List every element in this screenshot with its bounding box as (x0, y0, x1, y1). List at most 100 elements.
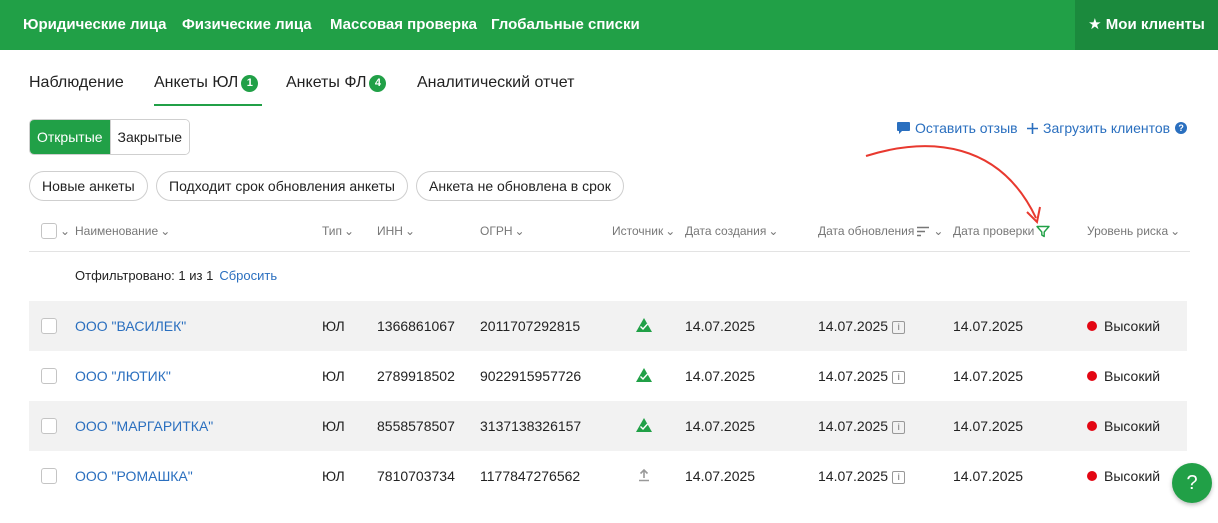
chevron-down-icon: ⌄ (933, 224, 944, 238)
upload-clients-label: Загрузить клиентов (1043, 120, 1171, 136)
reset-filter-link[interactable]: Сбросить (219, 268, 277, 283)
tab-label: Анкеты ЮЛ (154, 74, 239, 91)
cell-risk: Высокий (1087, 301, 1160, 351)
tab-label: Анкеты ФЛ (286, 74, 367, 91)
column-label: Дата создания (685, 224, 767, 238)
company-name-link[interactable]: ООО "МАРГАРИТКА" (75, 401, 213, 451)
table-row[interactable]: ООО "ЛЮТИК" ЮЛ 2789918502 9022915957726 … (29, 351, 1187, 401)
chevron-down-icon: ⌄ (665, 224, 676, 238)
column-header-type[interactable]: Тип ⌄ (322, 224, 354, 238)
upload-clients-link[interactable]: Загрузить клиентов ? (1026, 119, 1188, 137)
source-triangle-icon (636, 418, 652, 432)
tab-individual-forms[interactable]: Анкеты ФЛ 4 (286, 74, 387, 106)
info-icon[interactable]: i (892, 321, 906, 334)
row-checkbox[interactable] (41, 318, 57, 334)
cell-source (635, 301, 653, 351)
chevron-down-icon: ⌄ (404, 224, 416, 238)
feedback-link[interactable]: Оставить отзыв (896, 119, 1018, 137)
column-header-name[interactable]: Наименование ⌄ (75, 224, 170, 238)
nav-legal-entities[interactable]: Юридические лица (23, 0, 167, 50)
help-fab-button[interactable]: ? (1172, 463, 1212, 503)
segment-closed[interactable]: Закрытые (109, 120, 190, 154)
table-row[interactable]: ООО "МАРГАРИТКА" ЮЛ 8558578507 313713832… (29, 401, 1187, 451)
plus-icon (1027, 122, 1038, 134)
upload-icon (639, 468, 649, 482)
tab-monitoring[interactable]: Наблюдение (29, 74, 124, 106)
segment-open[interactable]: Открытые (30, 120, 110, 154)
info-icon[interactable]: i (892, 471, 906, 484)
cell-type: ЮЛ (322, 418, 345, 434)
column-label: Тип (322, 224, 343, 238)
cell-ogrn: 2011707292815 (480, 318, 581, 334)
table-row[interactable]: ООО "РОМАШКА" ЮЛ 7810703734 117784727656… (29, 451, 1187, 501)
updated-date: 14.07.2025 (818, 318, 889, 334)
column-label: ИНН (377, 224, 403, 238)
chip-new-forms[interactable]: Новые анкеты (29, 171, 148, 201)
tab-legal-forms[interactable]: Анкеты ЮЛ 1 (154, 74, 262, 106)
cell-type: ЮЛ (322, 468, 345, 484)
cell-inn: 7810703734 (377, 468, 455, 484)
cell-risk: Высокий (1087, 401, 1160, 451)
nav-mass-check[interactable]: Массовая проверка (330, 0, 477, 50)
updated-date: 14.07.2025 (818, 468, 889, 484)
cell-type: ЮЛ (322, 318, 345, 334)
cell-ogrn: 9022915957726 (480, 368, 582, 384)
column-header-checked[interactable]: Дата проверки (953, 224, 1050, 238)
chevron-down-icon: ⌄ (768, 224, 779, 238)
info-icon[interactable]: i (892, 371, 906, 384)
cell-ogrn: 1177847276562 (480, 468, 581, 484)
nav-individuals[interactable]: Физические лица (182, 0, 312, 50)
company-name-link[interactable]: ООО "ВАСИЛЕК" (75, 301, 186, 351)
column-header-created[interactable]: Дата создания ⌄ (685, 224, 778, 238)
tab-analytic-report[interactable]: Аналитический отчет (417, 74, 574, 106)
filter-funnel-icon[interactable] (1036, 225, 1050, 238)
risk-level: Высокий (1104, 368, 1161, 384)
column-header-source[interactable]: Источник ⌄ (612, 224, 675, 238)
select-all-checkbox[interactable] (41, 223, 57, 239)
cell-risk: Высокий (1087, 451, 1160, 501)
column-header-risk[interactable]: Уровень риска ⌄ (1087, 224, 1180, 238)
column-label: Дата обновления (818, 224, 915, 238)
filter-status: Отфильтровано: 1 из 1 Сбросить (75, 268, 277, 283)
feedback-label: Оставить отзыв (915, 120, 1018, 136)
column-header-updated[interactable]: Дата обновления ⌄ (818, 224, 943, 238)
source-triangle-icon (636, 368, 652, 382)
chip-not-updated[interactable]: Анкета не обновлена в срок (416, 171, 624, 201)
cell-inn: 2789918502 (377, 368, 455, 384)
table-row[interactable]: ООО "ВАСИЛЕК" ЮЛ 1366861067 201170729281… (29, 301, 1187, 351)
risk-level: Высокий (1104, 318, 1161, 334)
risk-level: Высокий (1104, 468, 1161, 484)
row-checkbox[interactable] (41, 368, 57, 384)
column-header-inn[interactable]: ИНН ⌄ (377, 224, 415, 238)
info-icon[interactable]: i (892, 421, 906, 434)
cell-created: 14.07.2025 (685, 468, 756, 484)
company-name-link[interactable]: ООО "РОМАШКА" (75, 451, 193, 501)
cell-source (635, 351, 653, 401)
cell-type: ЮЛ (322, 368, 345, 384)
cell-checked: 14.07.2025 (953, 368, 1024, 384)
column-label: Уровень риска (1087, 224, 1169, 238)
column-label: Источник (612, 224, 664, 238)
source-triangle-icon (636, 318, 652, 332)
my-clients-button[interactable]: ★ Мои клиенты (1075, 0, 1218, 50)
row-checkbox[interactable] (41, 418, 57, 434)
chip-update-due[interactable]: Подходит срок обновления анкеты (156, 171, 408, 201)
sort-icon (917, 226, 930, 236)
count-badge: 1 (241, 75, 259, 92)
chevron-down-icon: ⌄ (1170, 224, 1181, 238)
updated-date: 14.07.2025 (818, 368, 889, 384)
risk-dot-icon (1087, 471, 1097, 481)
company-name-link[interactable]: ООО "ЛЮТИК" (75, 351, 171, 401)
row-checkbox[interactable] (41, 468, 57, 484)
tab-label: Наблюдение (29, 74, 124, 91)
column-header-ogrn[interactable]: ОГРН ⌄ (480, 224, 525, 238)
cell-created: 14.07.2025 (685, 418, 756, 434)
cell-checked: 14.07.2025 (953, 418, 1024, 434)
column-label: Наименование (75, 224, 159, 238)
help-icon[interactable]: ? (1175, 122, 1188, 134)
open-closed-toggle: Открытые Закрытые (29, 119, 191, 155)
select-all-caret[interactable]: ⌄ (58, 224, 70, 238)
cell-updated: 14.07.2025 i (818, 401, 906, 451)
risk-dot-icon (1087, 371, 1097, 381)
nav-global-lists[interactable]: Глобальные списки (491, 0, 640, 50)
